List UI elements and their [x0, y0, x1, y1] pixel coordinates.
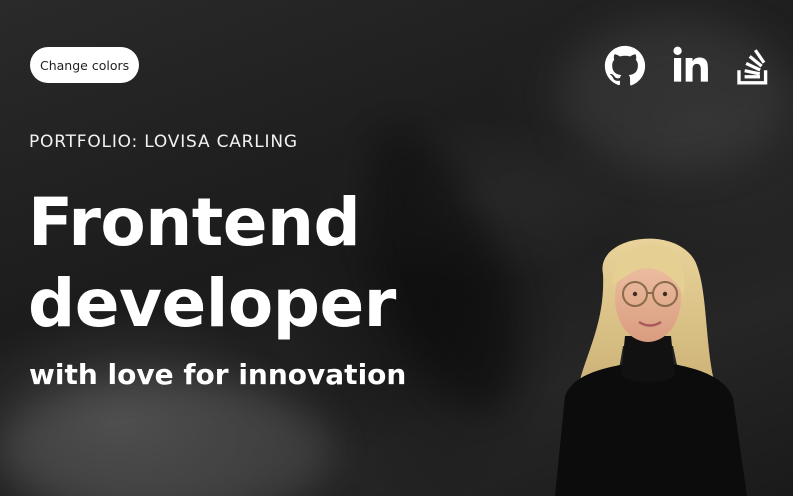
github-icon [604, 45, 646, 86]
smoke-texture [560, 20, 790, 170]
headline-line-2: developer [28, 265, 396, 342]
hero-subline: with love for innovation [29, 358, 407, 391]
portfolio-eyebrow: PORTFOLIO: LOVISA CARLING [29, 132, 298, 152]
headline-line-1: Frontend [28, 184, 361, 261]
smoke-texture [0, 380, 330, 496]
stack-overflow-link[interactable] [736, 45, 770, 87]
linkedin-link[interactable] [672, 45, 712, 85]
github-link[interactable] [604, 45, 646, 87]
hero-headline: Frontend developer [28, 182, 396, 344]
change-colors-button[interactable]: Change colors [30, 47, 140, 83]
stack-overflow-icon [737, 49, 768, 85]
linkedin-icon [673, 46, 708, 82]
portrait-photo [555, 238, 747, 496]
